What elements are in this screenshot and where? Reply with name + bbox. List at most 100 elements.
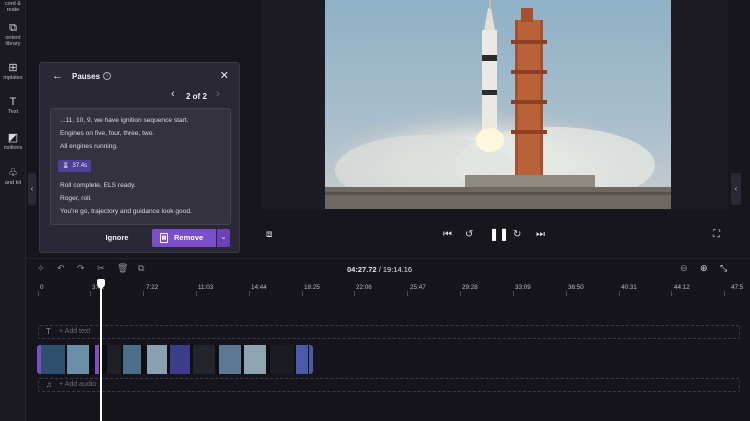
duplicate-icon[interactable]: ⧉ xyxy=(138,263,144,274)
ruler-tick xyxy=(460,291,461,296)
playhead-line[interactable] xyxy=(100,285,102,421)
rail-item-content-library[interactable]: ⧉ ontent library xyxy=(0,22,26,47)
ruler-tick xyxy=(143,291,144,296)
ignore-button[interactable]: Ignore xyxy=(94,229,140,247)
zoom-out-icon[interactable]: ⊖ xyxy=(680,263,688,274)
rewind-5s-icon[interactable]: ↺ xyxy=(465,229,473,240)
hourglass-icon: ⌛ xyxy=(62,163,70,169)
current-time: 04:27.72 xyxy=(347,265,377,274)
ruler-tick xyxy=(196,291,197,296)
fullscreen-icon[interactable]: ⛶ xyxy=(713,229,720,240)
timeline-panel xyxy=(26,258,750,421)
ruler-tick xyxy=(724,291,725,296)
pauses-panel-header: ← Pauses i ✕ xyxy=(40,63,239,89)
ruler-tick xyxy=(566,291,567,296)
ruler-tick xyxy=(619,291,620,296)
rail-item-templates[interactable]: ⊞ mplates xyxy=(0,62,26,81)
text-icon: T xyxy=(46,327,51,336)
close-icon[interactable]: ✕ xyxy=(220,69,229,82)
remove-options-dropdown[interactable]: ⌄ xyxy=(217,229,230,247)
ruler-tick xyxy=(513,291,514,296)
split-scissors-icon[interactable]: ✂ xyxy=(97,263,105,274)
pause-pager-count: 2 of 2 xyxy=(186,92,207,101)
video-clip-track[interactable] xyxy=(37,345,313,374)
pause-duration-badge[interactable]: ⌛ 37.4s xyxy=(58,160,91,172)
text-icon: T xyxy=(9,96,17,108)
clip-split-marker[interactable] xyxy=(95,345,99,374)
transcript-line: All engines running. xyxy=(60,143,118,150)
undo-icon[interactable]: ↶ xyxy=(57,263,65,274)
ruler-tick xyxy=(249,291,250,296)
rail-item-brand-kit[interactable]: ♧ and kit xyxy=(0,167,26,186)
ruler-label: 22:06 xyxy=(356,284,372,291)
ruler-tick xyxy=(302,291,303,296)
rail-label-templates: mplates xyxy=(3,75,23,81)
pause-icon[interactable]: ❚❚ xyxy=(489,227,509,241)
expand-panel-handle[interactable]: ‹ xyxy=(731,173,741,205)
rail-label-record: cord & reate xyxy=(5,1,21,13)
collapse-panel-handle[interactable]: ‹ xyxy=(28,173,36,205)
redo-icon[interactable]: ↷ xyxy=(77,263,85,274)
transcript-line: You're go, trajectory and guidance look … xyxy=(60,208,192,215)
transcript-line: Engines on five, four, three, two. xyxy=(60,130,155,137)
ruler-label: 29:28 xyxy=(462,284,478,291)
transcript-box: ...11, 10, 9, we have ignition sequence … xyxy=(50,108,231,225)
transitions-icon: ◩ xyxy=(7,132,19,144)
rail-label-text: Text xyxy=(7,109,19,115)
pauses-title: Pauses xyxy=(72,72,101,81)
playhead-handle[interactable] xyxy=(97,279,105,288)
clip-thumbnail xyxy=(147,345,167,374)
chevron-left-icon[interactable]: ‹ xyxy=(171,88,175,100)
left-rail: cord & reate ⧉ ontent library ⊞ mplates … xyxy=(0,0,26,421)
transcript-line: ...11, 10, 9, we have ignition sequence … xyxy=(60,117,189,124)
info-icon[interactable]: i xyxy=(103,72,111,80)
total-time: 19:14.16 xyxy=(382,265,413,274)
audio-track[interactable]: ♫ + Add audio xyxy=(38,378,740,392)
ruler-label: 40:31 xyxy=(621,284,637,291)
ruler-label: 11:03 xyxy=(198,284,214,291)
rocket-launch-frame xyxy=(325,0,671,209)
clip-thumbnail xyxy=(296,345,308,374)
zoom-in-icon[interactable]: ⊕ xyxy=(700,263,708,274)
chevron-left-icon: ‹ xyxy=(30,184,34,193)
rail-item-text[interactable]: T Text xyxy=(0,96,26,115)
back-arrow-icon[interactable]: ← xyxy=(52,70,63,82)
clip-end-handle[interactable] xyxy=(309,345,313,374)
pause-duration: 37.4s xyxy=(72,163,88,169)
add-text-label: + Add text xyxy=(59,328,91,335)
clip-thumbnail xyxy=(193,345,215,374)
fit-screen-icon[interactable]: ⧈ xyxy=(266,229,272,240)
text-track[interactable]: T + Add text xyxy=(38,325,740,339)
ruler-label: 47:5 xyxy=(731,284,744,291)
chevron-left-icon: ‹ xyxy=(734,184,738,193)
magic-wand-icon[interactable]: ✧ xyxy=(37,263,45,274)
clip-thumbnail xyxy=(170,345,190,374)
brand-kit-icon: ♧ xyxy=(8,167,18,179)
templates-icon: ⊞ xyxy=(8,62,18,74)
chevron-right-icon[interactable]: › xyxy=(216,88,220,100)
ruler-tick xyxy=(90,291,91,296)
timecode: 04:27.72 / 19:14.16 xyxy=(347,265,412,274)
ruler-label: 14:44 xyxy=(251,284,267,291)
content-library-icon: ⧉ xyxy=(9,22,17,34)
ruler-tick xyxy=(38,291,39,296)
clip-thumbnail xyxy=(219,345,241,374)
rail-item-record-create[interactable]: cord & reate xyxy=(0,1,26,13)
fit-timeline-icon[interactable]: ⤡ xyxy=(720,263,727,274)
trash-icon: ▤ xyxy=(160,233,168,243)
clip-start-handle[interactable] xyxy=(37,345,41,374)
add-audio-label: + Add audio xyxy=(59,381,97,388)
remove-button-label: Remove xyxy=(174,233,204,242)
pauses-panel: ← Pauses i ✕ ‹ 2 of 2 › ...11, 10, 9, we… xyxy=(39,62,240,253)
delete-icon[interactable]: 🗑 xyxy=(117,263,128,274)
rail-item-transitions[interactable]: ◩ nsitions xyxy=(0,132,26,151)
video-preview[interactable] xyxy=(325,0,671,209)
rail-label-content-library: ontent library xyxy=(5,35,21,47)
forward-5s-icon[interactable]: ↻ xyxy=(513,229,521,240)
remove-button[interactable]: ▤ Remove xyxy=(152,229,216,247)
clip-thumbnail xyxy=(41,345,65,374)
skip-back-icon[interactable]: ⏮ xyxy=(443,229,452,240)
skip-forward-icon[interactable]: ⏭ xyxy=(536,229,545,240)
clip-thumbnail xyxy=(270,345,294,374)
ruler-label: 18:25 xyxy=(304,284,320,291)
